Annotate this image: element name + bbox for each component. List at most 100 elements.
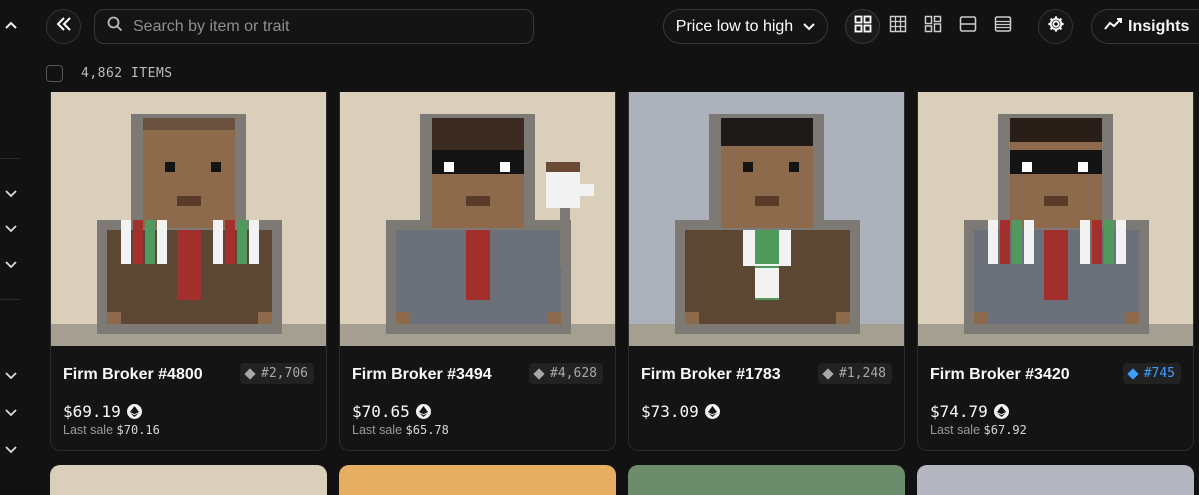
list-view-button[interactable] — [950, 9, 985, 44]
search-box[interactable] — [94, 9, 534, 44]
price-value: $70.65 — [352, 402, 410, 421]
nft-card[interactable]: Firm Broker #1783 #1,248 $73.09 — [628, 92, 905, 451]
nft-card[interactable]: Firm Broker #4800 #2,706 $69.19 Last sal… — [50, 92, 327, 451]
ethereum-icon — [126, 404, 142, 419]
sort-dropdown[interactable]: Price low to high — [663, 9, 828, 44]
price: $74.79 — [930, 402, 1009, 421]
nft-image[interactable] — [51, 92, 326, 346]
grid-mosaic-view-button[interactable] — [915, 9, 950, 44]
pixel — [1044, 230, 1068, 300]
pixel — [1116, 220, 1126, 264]
pixel — [237, 220, 247, 264]
insights-button[interactable]: Insights — [1091, 9, 1199, 44]
last-sale-label: Last sale — [930, 423, 981, 437]
pixel — [249, 220, 259, 264]
nft-card-preview[interactable] — [628, 465, 905, 495]
chevron-down-icon[interactable] — [0, 183, 22, 205]
last-sale: Last sale $67.92 — [930, 423, 1027, 437]
pixel — [547, 312, 561, 324]
nft-image[interactable] — [629, 92, 904, 346]
nft-name: Firm Broker #3420 — [930, 366, 1070, 383]
nft-card-preview[interactable] — [50, 465, 327, 495]
rarity-rank: #745 — [1143, 366, 1175, 381]
nft-name: Firm Broker #4800 — [63, 366, 203, 383]
pixel — [546, 172, 580, 208]
table-view-button[interactable] — [985, 9, 1020, 44]
items-count-row: 4,862 ITEMS — [46, 65, 173, 82]
nft-card-preview[interactable] — [917, 465, 1194, 495]
last-sale: Last sale $65.78 — [352, 423, 449, 437]
filter-rail — [0, 0, 28, 482]
pixel — [1010, 118, 1102, 142]
pixel — [143, 118, 235, 228]
pixel — [432, 118, 524, 152]
search-icon — [107, 16, 123, 37]
pixel — [258, 312, 272, 324]
nft-name: Firm Broker #1783 — [641, 366, 781, 383]
chevron-down-icon[interactable] — [0, 254, 22, 276]
pixel — [225, 220, 235, 264]
grid-small-view-button[interactable] — [880, 9, 915, 44]
pixel — [1000, 220, 1010, 264]
pixel — [466, 196, 490, 206]
search-input[interactable] — [131, 16, 515, 37]
pixel — [133, 220, 143, 264]
pixel — [1022, 162, 1032, 172]
list-icon — [959, 15, 977, 38]
pixel — [143, 118, 235, 130]
price-value: $74.79 — [930, 402, 988, 421]
pixel — [466, 230, 490, 300]
settings-button[interactable] — [1038, 9, 1073, 44]
pixel — [560, 208, 570, 268]
collapse-left-icon — [56, 17, 72, 36]
chevron-up-icon[interactable] — [0, 14, 22, 36]
nft-card-preview[interactable] — [339, 465, 616, 495]
nft-card[interactable]: Firm Broker #3420 #745 $74.79 Last sale … — [917, 92, 1194, 451]
pixel — [974, 312, 988, 324]
pixel — [177, 196, 201, 206]
table-icon — [994, 15, 1012, 38]
grid-small-icon — [889, 15, 907, 38]
chevron-down-icon[interactable] — [0, 365, 22, 387]
rarity-diamond-icon — [533, 367, 545, 380]
chevron-down-icon[interactable] — [0, 402, 22, 424]
price: $73.09 — [641, 402, 720, 421]
collapse-filters-button[interactable] — [46, 9, 81, 44]
last-sale-label: Last sale — [352, 423, 403, 437]
pixel — [836, 312, 850, 324]
pixel — [121, 220, 131, 264]
pixel — [444, 162, 454, 172]
rarity-rank-badge: #1,248 — [818, 363, 892, 384]
nft-card[interactable]: Firm Broker #3494 #4,628 $70.65 Last sal… — [339, 92, 616, 451]
pixel — [1080, 220, 1090, 264]
rarity-diamond-icon — [244, 367, 256, 380]
pixel — [213, 220, 223, 264]
nft-image[interactable] — [918, 92, 1193, 346]
pixel — [107, 312, 121, 324]
nft-image[interactable] — [340, 92, 615, 346]
pixel — [743, 162, 753, 172]
last-sale: Last sale $70.16 — [63, 423, 160, 437]
last-sale-value: $65.78 — [405, 423, 449, 437]
rarity-rank-badge: #2,706 — [240, 363, 314, 384]
price-value: $73.09 — [641, 402, 699, 421]
chevron-down-icon — [803, 18, 815, 36]
sort-label: Price low to high — [675, 17, 794, 35]
pixel — [500, 162, 510, 172]
pixel — [580, 184, 594, 196]
chevron-down-icon[interactable] — [0, 218, 22, 240]
rarity-rank: #1,248 — [839, 366, 886, 381]
pixel — [546, 162, 580, 172]
grid-large-view-button[interactable] — [845, 9, 880, 44]
pixel — [165, 162, 175, 172]
rarity-rank: #4,628 — [550, 366, 597, 381]
pixel — [1012, 220, 1022, 264]
pixel — [685, 312, 699, 324]
chevron-down-icon[interactable] — [0, 439, 22, 461]
pixel — [721, 118, 813, 146]
select-all-checkbox[interactable] — [46, 65, 63, 82]
divider — [0, 299, 20, 300]
pixel — [1078, 162, 1088, 172]
grid-mosaic-icon — [924, 15, 942, 38]
pixel — [157, 220, 167, 264]
